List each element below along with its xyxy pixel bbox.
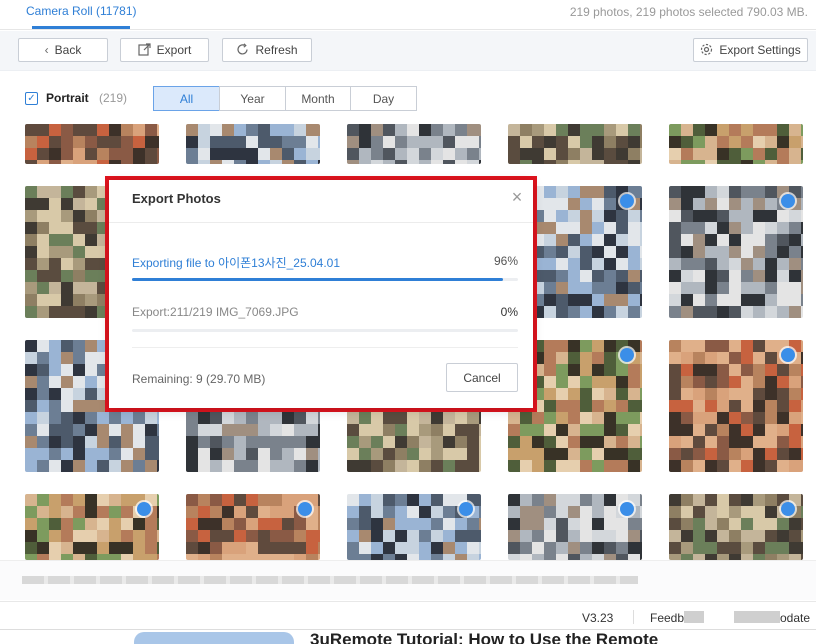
- selection-summary: 219 photos, 219 photos selected 790.03 M…: [569, 5, 808, 19]
- tab-camera-roll[interactable]: Camera Roll (11781): [26, 4, 137, 18]
- item-progress-bar: [132, 329, 518, 332]
- blurred-text: [684, 611, 704, 623]
- remaining-label: Remaining: 9 (29.70 MB): [132, 372, 266, 386]
- update-link[interactable]: odate: [780, 611, 810, 625]
- photo-thumbnail[interactable]: [508, 124, 642, 164]
- app-window: Camera Roll (11781) 219 photos, 219 phot…: [0, 0, 816, 644]
- photo-thumbnail[interactable]: [347, 124, 481, 164]
- footer-hint: [0, 560, 816, 600]
- dialog-divider: [132, 347, 518, 348]
- photo-thumbnail[interactable]: [669, 124, 803, 164]
- export-button-label: Export: [156, 43, 192, 57]
- blurred-hint-text: [22, 576, 638, 584]
- photo-thumbnail[interactable]: [669, 494, 803, 560]
- export-icon: [138, 42, 151, 58]
- selected-indicator: [620, 348, 634, 362]
- background-article: 3uRemote Tutorial: How to Use the Remote: [0, 629, 816, 644]
- selected-indicator: [459, 502, 473, 516]
- blurred-text: [734, 611, 780, 623]
- photo-thumbnail[interactable]: [25, 124, 159, 164]
- filter-row: ✓ Portrait (219) All Year Month Day: [0, 72, 816, 124]
- file-progress-percent: 96%: [493, 254, 518, 268]
- refresh-button-label: Refresh: [255, 43, 298, 57]
- photo-thumbnail[interactable]: [186, 494, 320, 560]
- export-photos-dialog: Export Photos × Exporting file to 아이폰13사…: [109, 180, 533, 408]
- export-settings-label: Export Settings: [719, 43, 801, 57]
- divider: [633, 610, 634, 624]
- top-bar: Camera Roll (11781) 219 photos, 219 phot…: [0, 0, 816, 30]
- cancel-button[interactable]: Cancel: [446, 363, 518, 392]
- segment-all[interactable]: All: [153, 86, 220, 111]
- status-bar: V3.23 Feedb odate: [0, 601, 816, 629]
- back-button[interactable]: ‹ Back: [18, 38, 108, 62]
- article-title: 3uRemote Tutorial: How to Use the Remote: [310, 630, 659, 644]
- photo-thumbnail[interactable]: [669, 340, 803, 472]
- article-thumbnail: [134, 632, 294, 644]
- item-progress-label: Export:211/219 IMG_7069.JPG: [132, 305, 299, 319]
- refresh-button[interactable]: Refresh: [222, 38, 312, 62]
- selected-indicator: [781, 502, 795, 516]
- segment-day[interactable]: Day: [350, 86, 417, 111]
- toolbar: ‹ Back Export Refresh Export Settings: [0, 31, 816, 71]
- export-button[interactable]: Export: [120, 38, 209, 62]
- destination-folder: 아이폰13사진_25.04.01: [218, 256, 340, 270]
- feedback-link[interactable]: Feedb: [650, 611, 684, 625]
- photo-thumbnail[interactable]: [669, 186, 803, 318]
- selected-indicator: [781, 348, 795, 362]
- selected-indicator: [620, 502, 634, 516]
- item-progress-percent: 0%: [500, 305, 518, 319]
- album-name: Portrait: [46, 91, 89, 105]
- segment-month[interactable]: Month: [285, 86, 351, 111]
- export-settings-button[interactable]: Export Settings: [693, 38, 808, 62]
- version-label: V3.23: [582, 611, 614, 625]
- dialog-title: Export Photos: [132, 191, 221, 206]
- tab-active-indicator: [32, 26, 130, 29]
- selected-indicator: [298, 502, 312, 516]
- photo-thumbnail[interactable]: [508, 494, 642, 560]
- back-button-label: Back: [54, 43, 82, 57]
- portrait-checkbox[interactable]: ✓: [25, 92, 38, 105]
- selected-indicator: [620, 194, 634, 208]
- photo-thumbnail[interactable]: [347, 494, 481, 560]
- refresh-icon: [236, 42, 249, 58]
- selected-indicator: [781, 194, 795, 208]
- selected-indicator: [137, 502, 151, 516]
- gear-icon: [700, 43, 713, 58]
- photo-thumbnail[interactable]: [25, 494, 159, 560]
- file-progress-label: Exporting file to 아이폰13사진_25.04.01: [132, 254, 340, 271]
- album-count: (219): [99, 91, 128, 105]
- file-progress-bar: [132, 278, 518, 281]
- chevron-left-icon: ‹: [44, 43, 49, 57]
- close-icon[interactable]: ×: [507, 188, 527, 208]
- file-progress-fill: [132, 278, 503, 281]
- file-progress-prefix: Exporting file to: [132, 256, 215, 270]
- dialog-divider: [109, 222, 533, 223]
- segment-year[interactable]: Year: [219, 86, 286, 111]
- photo-thumbnail[interactable]: [186, 124, 320, 164]
